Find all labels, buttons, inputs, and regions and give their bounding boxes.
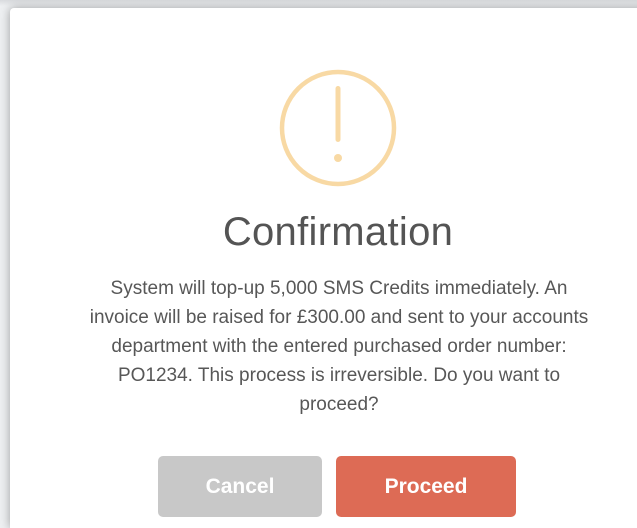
message-line: PO1234. This process is irreversible. Do… — [117, 365, 561, 386]
dialog-title: Confirmation — [222, 210, 454, 254]
dialog-message: System will top-up 5,000 SMS Credits imm… — [28, 274, 637, 419]
confirmation-dialog: Confirmation System will top-up 5,000 SM… — [10, 8, 637, 528]
message-line: proceed? — [299, 394, 379, 415]
proceed-button[interactable]: Proceed — [336, 456, 516, 517]
message-line: department with the entered purchased or… — [111, 336, 567, 357]
cancel-button[interactable]: Cancel — [158, 456, 322, 517]
warning-icon — [278, 68, 398, 188]
message-line: invoice will be raised for £300.00 and s… — [89, 307, 589, 328]
message-line: System will top-up 5,000 SMS Credits imm… — [110, 278, 568, 299]
